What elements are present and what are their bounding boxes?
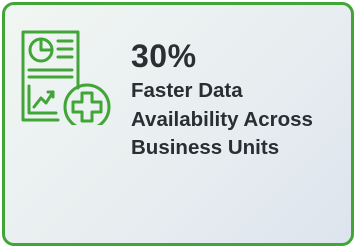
stat-card: 30% Faster Data Availability Across Busi…: [2, 2, 354, 246]
stat-description: Faster Data Availability Across Business…: [131, 79, 313, 159]
stat-value: 30%: [131, 38, 197, 74]
report-chart-plus-icon: [21, 27, 113, 131]
stat-text: 30% Faster Data Availability Across Busi…: [131, 38, 353, 163]
